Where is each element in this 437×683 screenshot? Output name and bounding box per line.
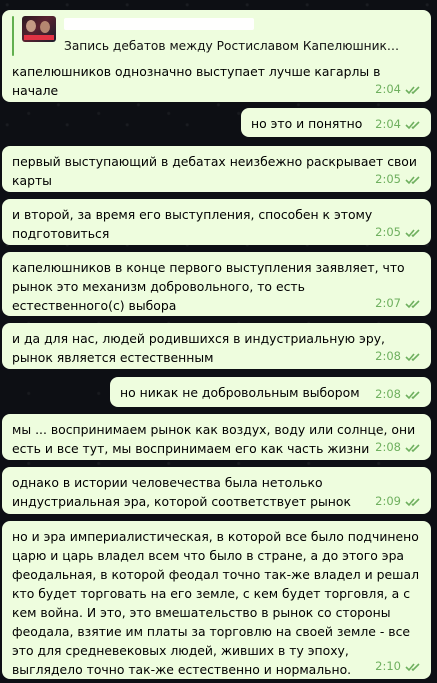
- double-check-icon: [405, 443, 420, 452]
- message-time: 2:07: [375, 296, 401, 310]
- message-meta: 2:04: [375, 115, 423, 134]
- message-time: 2:05: [375, 172, 401, 186]
- message-time: 2:08: [375, 440, 401, 454]
- message-meta: 2:10: [375, 657, 423, 676]
- message-meta: 2:08: [375, 385, 423, 404]
- message-text: капелюшников однозначно выступает лучше …: [12, 64, 381, 98]
- double-check-icon: [405, 120, 420, 129]
- message-text: мы ... воспринимаем рынок как воздух, во…: [12, 422, 416, 456]
- message-time: 2:09: [375, 494, 401, 508]
- reply-title-redacted: [64, 18, 254, 30]
- message-bubble[interactable]: но это и понятно 2:04: [241, 108, 431, 137]
- message-time: 2:05: [375, 225, 401, 239]
- message-bubble[interactable]: мы ... воспринимаем рынок как воздух, во…: [2, 414, 431, 460]
- message-meta: 2:04: [375, 80, 423, 99]
- message-time: 2:08: [375, 349, 401, 363]
- message-text: однако в истории человечества была нетол…: [12, 475, 351, 509]
- message-meta: 2:09: [375, 492, 423, 511]
- message-bubble[interactable]: и да для нас, людей родившихся в индустр…: [2, 323, 431, 369]
- message-bubble[interactable]: но и эра империалистическая, в которой в…: [2, 521, 431, 679]
- message-bubble[interactable]: первый выступающий в дебатах неизбежно р…: [2, 146, 431, 192]
- message-time: 2:10: [375, 659, 401, 673]
- message-meta: 2:07: [375, 294, 423, 313]
- message-bubble[interactable]: капелюшников в конце первого выступления…: [2, 252, 431, 316]
- message-bubble[interactable]: однако в истории человечества была нетол…: [2, 467, 431, 514]
- reply-bar: [12, 16, 14, 56]
- reply-preview-text: Запись дебатов между Ростиславом Капелюш…: [64, 39, 404, 53]
- message-meta: 2:05: [375, 170, 423, 189]
- message-text: капелюшников в конце первого выступления…: [12, 260, 405, 313]
- double-check-icon: [405, 662, 420, 671]
- double-check-icon: [405, 85, 420, 94]
- double-check-icon: [405, 299, 420, 308]
- message-meta: 2:08: [375, 438, 423, 457]
- reply-preview[interactable]: Запись дебатов между Ростиславом Капелюш…: [12, 16, 421, 56]
- message-bubble[interactable]: Запись дебатов между Ростиславом Капелюш…: [2, 10, 431, 102]
- double-check-icon: [405, 352, 420, 361]
- message-bubble[interactable]: и второй, за время его выступления, спос…: [2, 199, 431, 245]
- message-text: и да для нас, людей родившихся в индустр…: [12, 331, 385, 365]
- double-check-icon: [405, 175, 420, 184]
- message-meta: 2:05: [375, 223, 423, 242]
- double-check-icon: [405, 497, 420, 506]
- video-thumbnail: [22, 16, 56, 42]
- message-time: 2:04: [375, 117, 401, 131]
- message-meta: 2:08: [375, 347, 423, 366]
- message-bubble[interactable]: но никак не добровольным выбором 2:08: [110, 377, 431, 407]
- message-text: но и эра империалистическая, в которой в…: [12, 529, 419, 677]
- message-time: 2:04: [375, 82, 401, 96]
- message-time: 2:08: [375, 387, 401, 401]
- message-text: и второй, за время его выступления, спос…: [12, 207, 373, 241]
- double-check-icon: [405, 228, 420, 237]
- message-text: первый выступающий в дебатах неизбежно р…: [12, 154, 417, 188]
- double-check-icon: [405, 390, 420, 399]
